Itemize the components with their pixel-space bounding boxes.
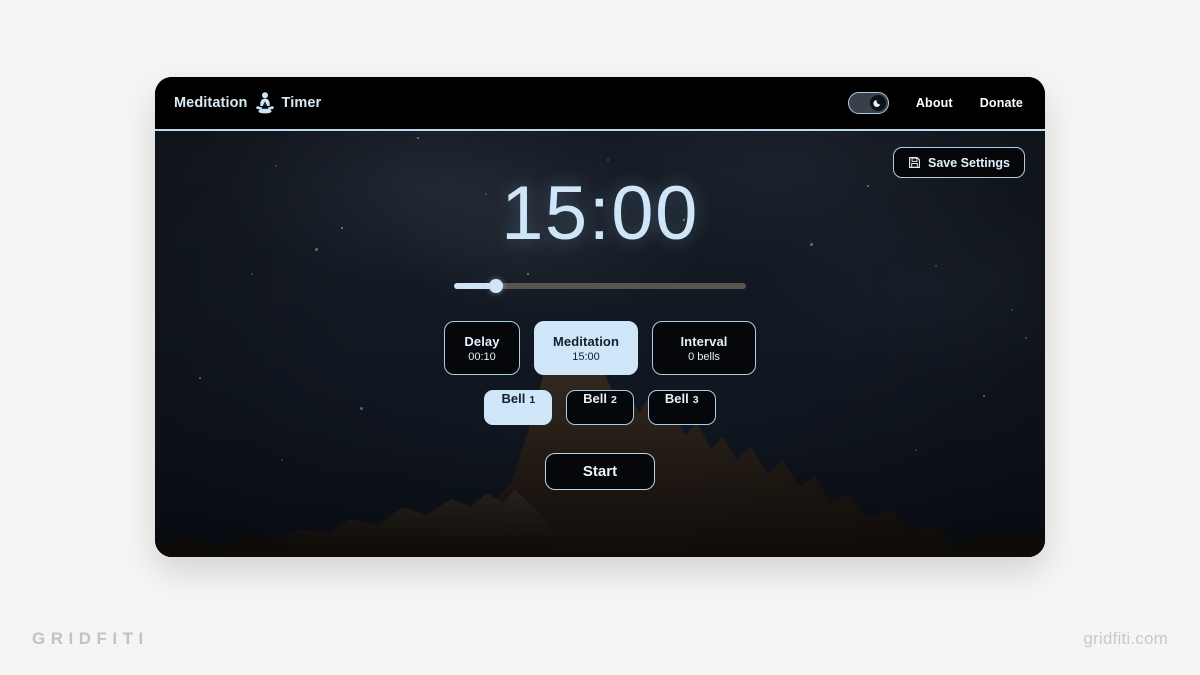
bell-number: 2 bbox=[611, 394, 617, 406]
bell-button-row: Bell 1 Bell 2 Bell 3 bbox=[484, 390, 716, 425]
header-divider-rule bbox=[155, 129, 1045, 131]
save-settings-label: Save Settings bbox=[928, 155, 1010, 170]
bell-label: Bell bbox=[664, 391, 689, 406]
floppy-save-icon bbox=[909, 157, 920, 168]
bell-label: Bell bbox=[501, 391, 526, 406]
nav-link-donate[interactable]: Donate bbox=[980, 96, 1023, 110]
brand-word-timer: Timer bbox=[281, 95, 322, 111]
mode-button-meditation[interactable]: Meditation 15:00 bbox=[534, 321, 638, 375]
app-window-card: Meditation Timer About Donate Save Setti… bbox=[155, 77, 1045, 557]
timer-display: 15:00 bbox=[501, 171, 699, 256]
bell-number: 3 bbox=[692, 394, 699, 406]
header-nav: About Donate bbox=[847, 92, 1023, 114]
mode-subtitle: 0 bells bbox=[688, 350, 720, 363]
bell-button-2[interactable]: Bell 2 bbox=[566, 390, 634, 425]
nav-link-about[interactable]: About bbox=[916, 96, 953, 110]
brand-word-meditation: Meditation bbox=[174, 95, 248, 111]
moon-icon bbox=[873, 99, 881, 107]
bell-number: 1 bbox=[529, 394, 536, 406]
page-root: Meditation Timer About Donate Save Setti… bbox=[0, 0, 1200, 675]
bell-label: Bell bbox=[583, 391, 607, 406]
duration-slider[interactable] bbox=[454, 278, 746, 294]
toggle-knob bbox=[870, 94, 887, 111]
slider-thumb[interactable] bbox=[489, 279, 503, 293]
main-content: 15:00 Delay 00:10 Meditation 15:00 Inter… bbox=[155, 131, 1045, 557]
mode-button-interval[interactable]: Interval 0 bells bbox=[652, 321, 756, 375]
bell-button-3[interactable]: Bell 3 bbox=[647, 390, 716, 425]
dark-mode-toggle[interactable] bbox=[847, 92, 889, 114]
mode-title: Meditation bbox=[553, 333, 619, 349]
start-button[interactable]: Start bbox=[545, 453, 655, 490]
app-header: Meditation Timer About Donate bbox=[155, 77, 1045, 129]
mode-button-row: Delay 00:10 Meditation 15:00 Interval 0 … bbox=[444, 321, 756, 375]
mode-title: Interval bbox=[680, 333, 728, 349]
brand-logo[interactable]: Meditation Timer bbox=[172, 90, 323, 116]
mode-subtitle: 15:00 bbox=[572, 350, 600, 363]
bell-button-1[interactable]: Bell 1 bbox=[484, 390, 553, 425]
mode-subtitle: 00:10 bbox=[468, 350, 496, 363]
watermark-gridfiti: GRIDFITI bbox=[32, 629, 149, 648]
mode-button-delay[interactable]: Delay 00:10 bbox=[444, 321, 520, 375]
watermark-gridfiti-url: gridfiti.com bbox=[1083, 629, 1168, 648]
lotus-meditation-icon bbox=[251, 90, 279, 116]
mode-title: Delay bbox=[464, 333, 500, 349]
save-settings-button[interactable]: Save Settings bbox=[893, 147, 1025, 178]
